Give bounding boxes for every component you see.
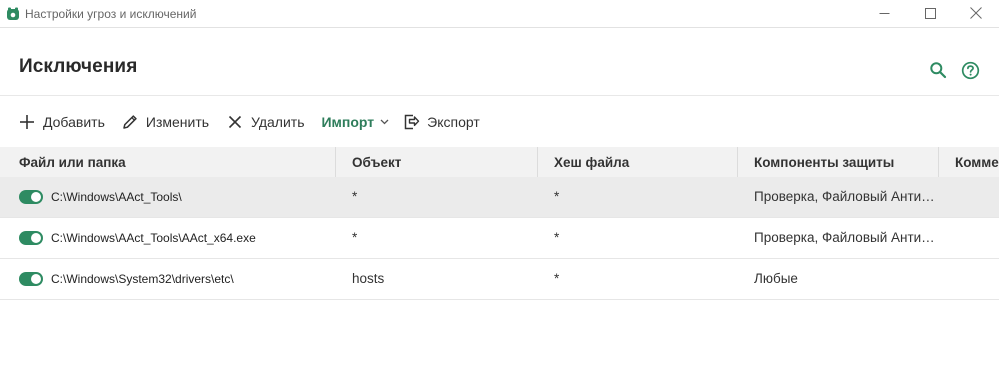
settings-window: Настройки угроз и исключений Исключения — [0, 0, 999, 388]
plus-icon — [18, 113, 36, 131]
help-icon — [961, 61, 979, 79]
edit-label: Изменить — [145, 113, 210, 130]
object-value: * — [352, 189, 358, 204]
delete-label: Удалить — [251, 113, 305, 130]
maximize-button[interactable] — [907, 0, 953, 26]
maximize-icon — [924, 7, 936, 19]
app-logo-icon — [6, 7, 20, 21]
title-bar[interactable]: Настройки угроз и исключений — [0, 0, 999, 28]
add-label: Добавить — [43, 113, 105, 130]
comment-value — [955, 218, 999, 258]
enable-toggle[interactable] — [19, 272, 43, 286]
hash-value: * — [554, 271, 560, 286]
column-divider[interactable] — [737, 147, 738, 177]
file-path: C:\Windows\System32\drivers\etc\ — [51, 272, 234, 286]
toggle-knob — [31, 233, 41, 243]
column-header-components[interactable]: Компоненты защиты — [754, 147, 934, 177]
enable-toggle[interactable] — [19, 231, 43, 245]
help-button[interactable] — [960, 60, 980, 80]
delete-button[interactable]: Удалить — [226, 107, 304, 137]
object-value: * — [352, 230, 358, 245]
add-button[interactable]: Добавить — [18, 107, 105, 137]
pencil-icon — [121, 113, 139, 131]
close-icon — [970, 7, 982, 19]
toggle-knob — [31, 192, 41, 202]
toggle-knob — [31, 274, 41, 284]
column-divider[interactable] — [537, 147, 538, 177]
file-path: C:\Windows\AAct_Tools\AAct_x64.exe — [51, 231, 256, 245]
x-icon — [226, 113, 244, 131]
column-divider[interactable] — [335, 147, 336, 177]
close-button[interactable] — [953, 0, 999, 26]
comment-value — [955, 177, 999, 217]
export-label: Экспорт — [427, 113, 480, 130]
column-header-comment[interactable]: Комме — [955, 147, 999, 177]
table-row[interactable]: C:\Windows\System32\drivers\etc\ hosts *… — [0, 259, 999, 300]
components-value: Проверка, Файловый Анти… — [754, 189, 935, 204]
toolbar: Добавить Изменить Удалить Импорт Экспорт — [0, 96, 999, 147]
column-header-file[interactable]: Файл или папка — [19, 147, 329, 177]
page-title: Исключения — [19, 56, 138, 77]
search-icon — [930, 62, 947, 79]
window-controls — [861, 0, 999, 28]
edit-button[interactable]: Изменить — [121, 107, 209, 137]
table-row[interactable]: C:\Windows\AAct_Tools\ * * Проверка, Фай… — [0, 177, 999, 218]
hash-value: * — [554, 189, 560, 204]
table-row[interactable]: C:\Windows\AAct_Tools\AAct_x64.exe * * П… — [0, 218, 999, 259]
page-header: Исключения — [0, 29, 999, 96]
object-value: hosts — [352, 271, 385, 286]
hash-value: * — [554, 230, 560, 245]
comment-value — [955, 259, 999, 299]
file-path: C:\Windows\AAct_Tools\ — [51, 190, 182, 204]
export-button[interactable]: Экспорт — [402, 107, 480, 137]
exclusions-table: Файл или папка Объект Хеш файла Компонен… — [0, 147, 999, 300]
import-label: Импорт — [321, 113, 375, 130]
minimize-icon — [879, 12, 889, 14]
components-value: Любые — [754, 271, 798, 286]
components-value: Проверка, Файловый Анти… — [754, 230, 935, 245]
window-title: Настройки угроз и исключений — [25, 6, 197, 21]
export-icon — [402, 113, 420, 131]
chevron-down-icon — [380, 119, 389, 125]
search-button[interactable] — [928, 60, 948, 80]
import-dropdown[interactable]: Импорт — [321, 107, 389, 137]
enable-toggle[interactable] — [19, 190, 43, 204]
table-header: Файл или папка Объект Хеш файла Компонен… — [0, 147, 999, 177]
minimize-button[interactable] — [861, 0, 907, 26]
column-header-hash[interactable]: Хеш файла — [554, 147, 734, 177]
column-header-object[interactable]: Объект — [352, 147, 532, 177]
column-divider[interactable] — [938, 147, 939, 177]
